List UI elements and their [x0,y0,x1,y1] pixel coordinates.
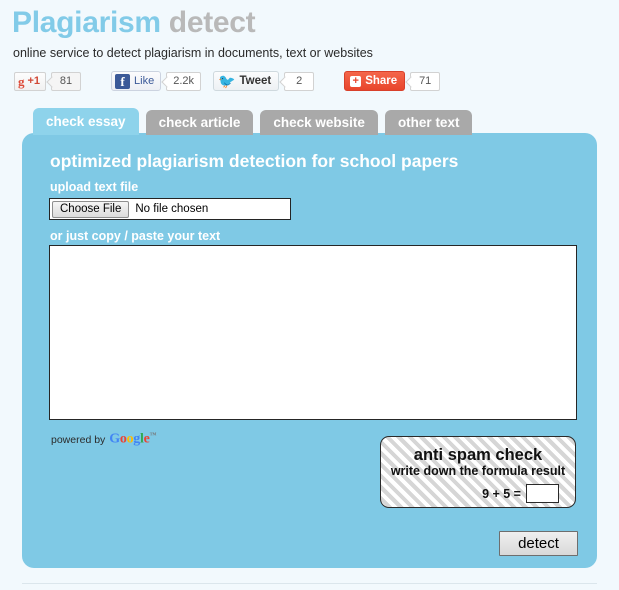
panel-heading: optimized plagiarism detection for schoo… [50,151,459,171]
anti-spam-title: anti spam check [413,446,543,464]
twitter-tweet-label: Tweet [239,75,272,87]
google-plus-count: 81 [51,71,82,91]
anti-spam-formula-text: 9 + 5 = [482,486,521,501]
google-plus-one-label: +1 [27,75,41,87]
file-status-text: No file chosen [135,203,209,215]
social-share-row: g +1 81 f Like 2.2k 🐦 Tweet 2 + Share 71 [14,70,441,92]
anti-spam-formula-row: 9 + 5 = [381,484,575,503]
google-trademark-icon: ™ [149,431,157,439]
site-title: Plagiarism detect [12,6,256,40]
tab-check-essay[interactable]: check essay [33,108,139,135]
anti-spam-answer-input[interactable] [526,484,559,503]
tab-other-text[interactable]: other text [384,110,473,135]
upload-file-label: upload text file [50,180,139,194]
twitter-bird-icon: 🐦 [218,73,236,89]
facebook-group: f Like 2.2k [111,71,202,91]
tab-check-article[interactable]: check article [145,110,254,135]
powered-by-google: powered by Google™ [51,431,157,448]
google-letter-1: G [109,431,120,447]
detect-button[interactable]: detect [499,531,578,556]
facebook-like-count: 2.2k [166,71,202,91]
anti-spam-subtitle: write down the formula result [390,464,566,478]
powered-by-text: powered by [51,433,106,446]
choose-file-button[interactable]: Choose File [52,200,130,218]
site-tagline: online service to detect plagiarism in d… [13,46,373,60]
paste-text-area[interactable] [49,245,577,420]
twitter-tweet-count: 2 [284,71,315,91]
bottom-divider [22,583,597,584]
share-group: + Share 71 [344,71,441,91]
google-letter-2: o [119,431,127,447]
facebook-like-label: Like [134,75,155,87]
page-root: Plagiarism detect online service to dete… [0,0,619,590]
paste-text-label: or just copy / paste your text [50,229,221,243]
google-plus-icon: g [18,73,25,89]
share-button[interactable]: + Share [344,71,406,91]
twitter-tweet-button[interactable]: 🐦 Tweet [213,71,280,91]
tab-check-website[interactable]: check website [260,110,378,135]
google-logo: Google™ [109,431,156,448]
site-title-primary: Plagiarism [12,6,161,39]
google-letter-4: g [133,431,140,447]
facebook-like-button[interactable]: f Like [111,71,162,91]
share-label: Share [365,75,398,87]
google-plus-group: g +1 81 [14,71,82,91]
site-title-secondary: detect [168,6,256,39]
plus-icon: + [350,75,362,87]
anti-spam-box: anti spam check write down the formula r… [380,436,576,508]
google-plus-one-button[interactable]: g +1 [14,71,47,91]
main-panel: optimized plagiarism detection for schoo… [22,133,597,568]
facebook-icon: f [115,73,131,89]
share-count: 71 [410,71,441,91]
file-upload-field[interactable]: Choose File No file chosen [49,198,291,220]
tab-bar: check essay check article check website … [33,108,479,135]
twitter-group: 🐦 Tweet 2 [213,71,315,91]
